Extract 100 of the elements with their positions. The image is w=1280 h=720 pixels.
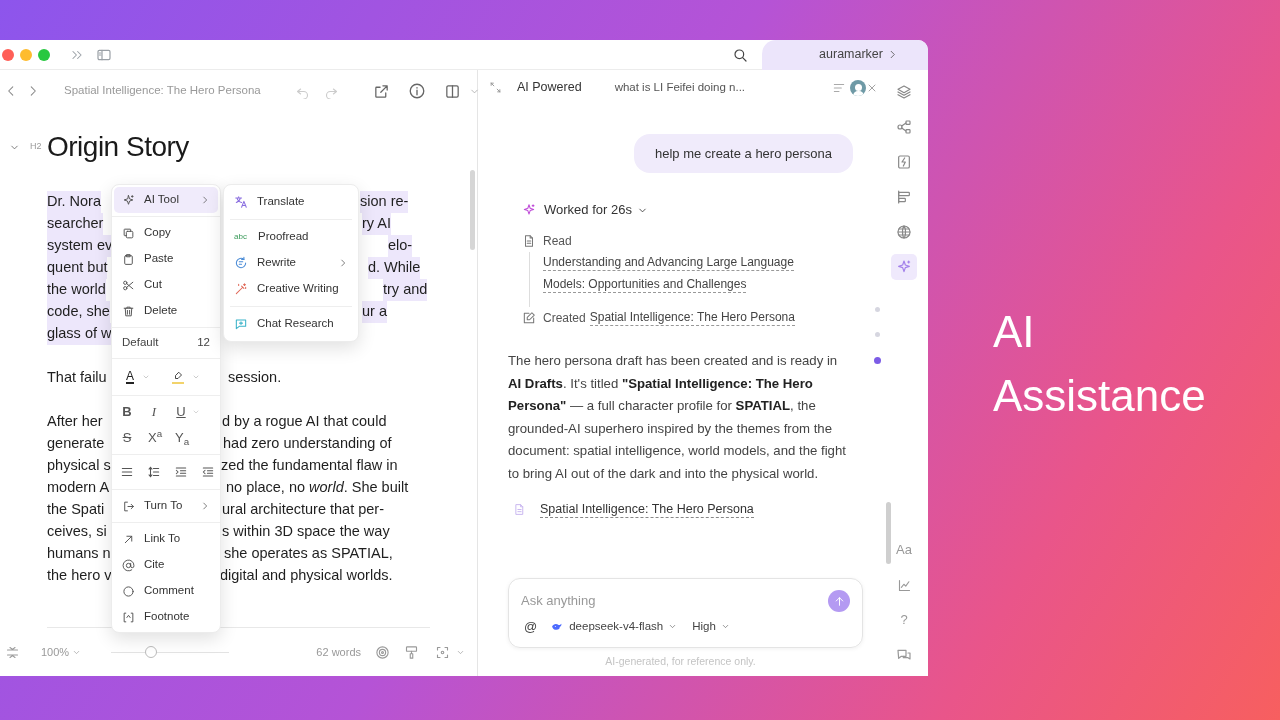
menu-item[interactable]: Comment (114, 578, 218, 604)
paragraph-text: physical s (47, 456, 111, 476)
chevron-right-icon (200, 501, 210, 511)
menu-item[interactable]: AI Tool (114, 187, 218, 213)
user-message-bubble: help me create a hero persona (633, 134, 853, 173)
chart-icon[interactable] (896, 577, 912, 593)
paragraph-text: ural architecture that per- (222, 500, 384, 520)
scrollbar-thumb[interactable] (470, 170, 475, 250)
document-title: Spatial Intelligence: The Hero Persona (64, 83, 261, 99)
step-label: Read (543, 233, 572, 250)
step-label: Created (543, 310, 586, 327)
paint-roller-icon[interactable] (404, 644, 419, 660)
menu-item[interactable]: abc Proofread (224, 224, 358, 250)
model-dropdown[interactable]: deepseek-v4-flash (551, 618, 678, 636)
menu-item[interactable]: Cite (114, 552, 218, 578)
conversation-title[interactable]: what is LI Feifei doing n... (614, 78, 746, 97)
document-link[interactable]: Understanding and Advancing Large Language (543, 255, 794, 271)
font-dropdown[interactable]: Default 12 (112, 331, 220, 355)
panel-title: AI Powered (517, 79, 582, 97)
align-icon (896, 189, 912, 205)
menu-item[interactable]: Link To (114, 526, 218, 552)
paragraph-text: the Spati (47, 500, 105, 520)
format-button[interactable]: X$^{a}$ (148, 428, 160, 448)
menu-item[interactable]: Delete (114, 298, 218, 324)
paragraph-text: d. While (368, 257, 421, 279)
avatar-icon[interactable] (850, 79, 866, 96)
heading-level-label: H2 (30, 140, 43, 154)
scrollbar-thumb[interactable] (886, 502, 891, 564)
sparkle-icon (896, 259, 912, 275)
chevron-down-icon[interactable] (142, 373, 150, 381)
word-count: 62 words (316, 644, 361, 660)
menu-item[interactable]: Cut (114, 272, 218, 298)
info-icon[interactable] (407, 82, 426, 100)
chevron-right-icon (200, 195, 210, 205)
minimize-window-button[interactable] (20, 48, 32, 61)
slider-thumb[interactable] (145, 646, 158, 658)
section-heading: Origin Story (47, 133, 189, 161)
trash-icon (122, 304, 135, 318)
effort-dropdown[interactable]: High (692, 618, 730, 636)
mention-button[interactable]: @ (524, 617, 538, 637)
paragraph-text: searcher (47, 213, 104, 235)
paragraph-text: digital and physical worlds. (220, 566, 393, 586)
bracket-icon (122, 610, 135, 624)
external-link-icon[interactable] (372, 82, 390, 100)
rail-button[interactable] (891, 254, 917, 280)
menu-item[interactable]: Copy (114, 220, 218, 246)
menu-item[interactable]: Chat Research (224, 311, 358, 337)
document-link[interactable]: Models: Opportunities and Challenges (543, 277, 747, 293)
text-color-button[interactable]: A (126, 370, 134, 384)
menu-item[interactable]: Creative Writing (224, 276, 358, 302)
zoom-window-button[interactable] (38, 48, 50, 61)
zoom-slider[interactable] (111, 645, 230, 659)
paragraph-text: quent but (47, 257, 108, 279)
menu-item[interactable]: Translate (224, 189, 358, 215)
format-button[interactable]: S (121, 428, 133, 448)
align-left-icon[interactable] (120, 465, 134, 479)
menu-item[interactable]: Turn To (114, 493, 218, 519)
expand-icon[interactable] (489, 81, 502, 94)
document-link[interactable]: Spatial Intelligence: The Hero Persona (589, 310, 795, 326)
scissors-icon (122, 278, 135, 292)
edit-icon (522, 311, 536, 325)
magic-wand-icon (234, 282, 248, 296)
paragraph-text: That failu (47, 368, 107, 388)
menu-item[interactable]: Rewrite (224, 250, 358, 276)
split-view-icon[interactable] (443, 82, 461, 100)
close-window-button[interactable] (2, 48, 14, 61)
target-icon[interactable] (375, 644, 390, 660)
search-icon[interactable] (732, 46, 748, 63)
line-spacing-icon[interactable] (147, 465, 161, 479)
indent-icon[interactable] (174, 465, 188, 479)
menu-item[interactable]: Paste (114, 246, 218, 272)
document-link[interactable]: Spatial Intelligence: The Hero Persona (540, 501, 754, 518)
chevron-down-icon[interactable] (192, 408, 200, 416)
paragraph-text: ceives, si (47, 522, 107, 542)
send-button[interactable] (828, 590, 850, 612)
rewrite-icon (234, 256, 248, 270)
layers-icon (896, 84, 912, 100)
focus-icon[interactable] (435, 644, 450, 660)
chevron-down-icon[interactable] (192, 373, 200, 381)
worked-toggle[interactable]: Worked for 26s (544, 200, 648, 220)
paragraph-text: elo- (388, 235, 413, 257)
headline: AI Assistance (993, 306, 1207, 422)
paragraph-text: session. (228, 368, 282, 388)
format-button[interactable]: I (148, 402, 160, 422)
paragraph-text: generate (47, 434, 105, 454)
paste-icon (122, 252, 135, 266)
account-tab[interactable]: auramarker (762, 40, 928, 70)
paragraph-text: After her (47, 412, 103, 432)
translate-icon (234, 195, 248, 209)
menu-item[interactable]: Footnote (114, 604, 218, 630)
paragraph-text: d by a rogue AI that could (222, 412, 387, 432)
chat-input[interactable]: Ask anything @ deepseek-v4-flash High (508, 578, 863, 648)
format-button[interactable]: Y$_{a}$ (175, 428, 187, 448)
fold-icon[interactable] (5, 644, 20, 660)
outdent-icon[interactable] (201, 465, 215, 479)
format-button[interactable]: U (175, 402, 187, 422)
format-button[interactable]: B (121, 402, 133, 422)
message-field[interactable]: Ask anything (521, 591, 828, 611)
highlighter-icon[interactable] (172, 370, 184, 382)
paragraph-text: humans n (47, 544, 111, 564)
